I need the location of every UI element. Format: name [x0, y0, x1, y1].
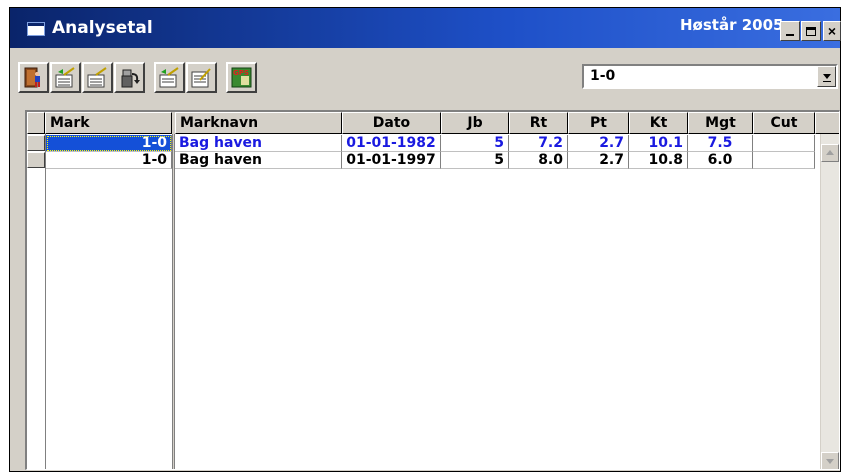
- cell-kt[interactable]: 10.8: [629, 152, 688, 169]
- edit-list-icon: [55, 67, 75, 88]
- cell-mark[interactable]: 1-0: [46, 152, 172, 169]
- maximize-button[interactable]: [801, 21, 821, 41]
- window-title: Analysetal: [52, 18, 153, 38]
- exit-button[interactable]: [18, 62, 49, 93]
- col-header-mark[interactable]: Mark: [45, 112, 172, 134]
- row-selector[interactable]: [27, 152, 45, 168]
- header-corner: [27, 112, 45, 134]
- edit-list-alt-button[interactable]: [82, 62, 113, 93]
- undo-icon: [121, 69, 140, 88]
- minimize-button[interactable]: [780, 21, 800, 41]
- row-selector[interactable]: [27, 135, 45, 151]
- cell-mgt[interactable]: 7.5: [688, 135, 753, 152]
- col-header-mgt[interactable]: Mgt: [688, 112, 753, 134]
- cell-marknavn[interactable]: Bag haven: [175, 152, 342, 169]
- row-header-border: [45, 134, 46, 469]
- col-header-dato[interactable]: Dato: [342, 112, 441, 134]
- cell-rt[interactable]: 8.0: [509, 152, 568, 169]
- cell-mark[interactable]: 1-0: [46, 135, 172, 152]
- cell-dato[interactable]: 01-01-1997: [342, 152, 441, 169]
- edit-list-button[interactable]: [50, 62, 81, 93]
- import-list-icon: [191, 68, 211, 88]
- window-app-icon: [27, 22, 45, 36]
- frozen-column-divider[interactable]: [172, 134, 175, 469]
- cell-kt[interactable]: 10.1: [629, 135, 688, 152]
- field-select[interactable]: 1-0: [582, 64, 838, 89]
- scroll-down-icon[interactable]: [821, 452, 839, 469]
- col-header-rt[interactable]: Rt: [509, 112, 568, 134]
- scroll-up-icon[interactable]: [821, 144, 839, 162]
- col-header-jb[interactable]: Jb: [441, 112, 509, 134]
- export-list-button[interactable]: [154, 62, 185, 93]
- gps-label: GPS: [233, 69, 249, 77]
- cell-jb[interactable]: 5: [441, 152, 509, 169]
- edit-list-alt-icon: [87, 67, 107, 88]
- exit-door-icon: [24, 67, 40, 88]
- cell-pt[interactable]: 2.7: [568, 152, 629, 169]
- cell-dato[interactable]: 01-01-1982: [342, 135, 441, 152]
- analysis-grid: Mark Marknavn Dato Jb Rt Pt Kt Mgt Cut 1…: [25, 110, 840, 470]
- cell-mgt[interactable]: 6.0: [688, 152, 753, 169]
- chevron-down-icon[interactable]: [817, 66, 836, 87]
- cell-cut[interactable]: [753, 152, 815, 169]
- vertical-scrollbar[interactable]: [820, 134, 839, 469]
- gps-button[interactable]: GPS: [226, 62, 257, 93]
- season-label: Høstår 2005: [680, 16, 784, 34]
- maximize-icon: [806, 26, 816, 36]
- undo-button[interactable]: [114, 62, 145, 93]
- analysetal-window: Analysetal Høstår 2005 × GPS 1-0 Mark Ma…: [9, 7, 841, 472]
- close-icon: ×: [827, 23, 837, 39]
- cell-rt[interactable]: 7.2: [509, 135, 568, 152]
- export-list-icon: [159, 67, 179, 88]
- cell-pt[interactable]: 2.7: [568, 135, 629, 152]
- close-button[interactable]: ×: [823, 21, 841, 41]
- header-end: [815, 112, 839, 134]
- cell-jb[interactable]: 5: [441, 135, 509, 152]
- col-header-pt[interactable]: Pt: [568, 112, 629, 134]
- col-header-cut[interactable]: Cut: [753, 112, 815, 134]
- field-select-value: 1-0: [590, 68, 616, 84]
- gps-map-icon: GPS: [231, 67, 252, 88]
- minimize-icon: [786, 34, 794, 36]
- import-list-button[interactable]: [186, 62, 217, 93]
- col-header-marknavn[interactable]: Marknavn: [175, 112, 342, 134]
- col-header-kt[interactable]: Kt: [629, 112, 688, 134]
- title-bar[interactable]: Analysetal Høstår 2005 ×: [10, 8, 841, 48]
- cell-cut[interactable]: [753, 135, 815, 152]
- cell-marknavn[interactable]: Bag haven: [175, 135, 342, 152]
